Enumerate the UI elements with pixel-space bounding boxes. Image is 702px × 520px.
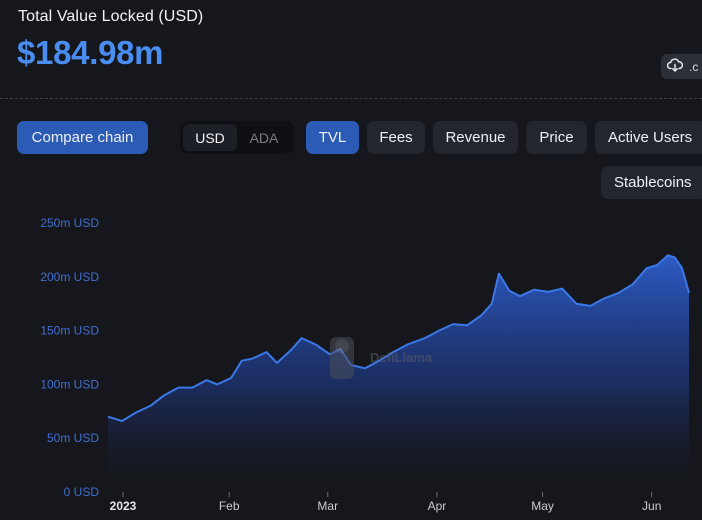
y-tick-label: 50m USD — [47, 431, 99, 445]
metric-tab-revenue[interactable]: Revenue — [433, 121, 518, 154]
y-tick-label: 0 USD — [64, 485, 100, 499]
metric-tab-active-users[interactable]: Active Users — [595, 121, 702, 154]
tvl-value: $184.98m — [17, 34, 164, 71]
y-tick-label: 150m USD — [40, 324, 99, 338]
watermark-text: DefiLlama — [370, 350, 433, 365]
x-tick-label: Jun — [642, 499, 661, 513]
x-tick-label: Feb — [219, 499, 240, 513]
x-tick-label: 2023 — [110, 499, 137, 513]
x-tick-label: Apr — [428, 499, 447, 513]
metric-tab-tvl[interactable]: TVL — [306, 121, 359, 154]
download-label: .c — [689, 59, 699, 74]
tvl-chart: 250m USD 200m USD 150m USD 100m USD 50m USD 0… — [0, 205, 702, 520]
y-tick-label: 200m USD — [40, 270, 99, 284]
download-button[interactable]: .c — [661, 54, 702, 79]
divider — [0, 98, 702, 99]
tvl-chart-svg: 250m USD 200m USD 150m USD 100m USD 50m USD 0… — [40, 216, 690, 513]
x-tick-label: Mar — [317, 499, 338, 513]
chart-title: Total Value Locked (USD) — [18, 8, 204, 25]
metric-tab-stablecoins[interactable]: Stablecoins — [601, 166, 702, 199]
currency-option-usd[interactable]: USD — [183, 124, 237, 151]
currency-option-ada[interactable]: ADA — [237, 124, 291, 151]
metric-tab-fees[interactable]: Fees — [367, 121, 425, 154]
y-tick-label: 100m USD — [40, 377, 99, 391]
y-tick-label: 250m USD — [40, 216, 99, 230]
cloud-download-icon — [666, 58, 684, 75]
compare-chain-button[interactable]: Compare chain — [17, 121, 148, 154]
currency-toggle: USD ADA — [180, 121, 294, 154]
tvl-area — [108, 255, 689, 492]
x-tick-label: May — [531, 499, 554, 513]
metric-tab-price[interactable]: Price — [526, 121, 587, 154]
